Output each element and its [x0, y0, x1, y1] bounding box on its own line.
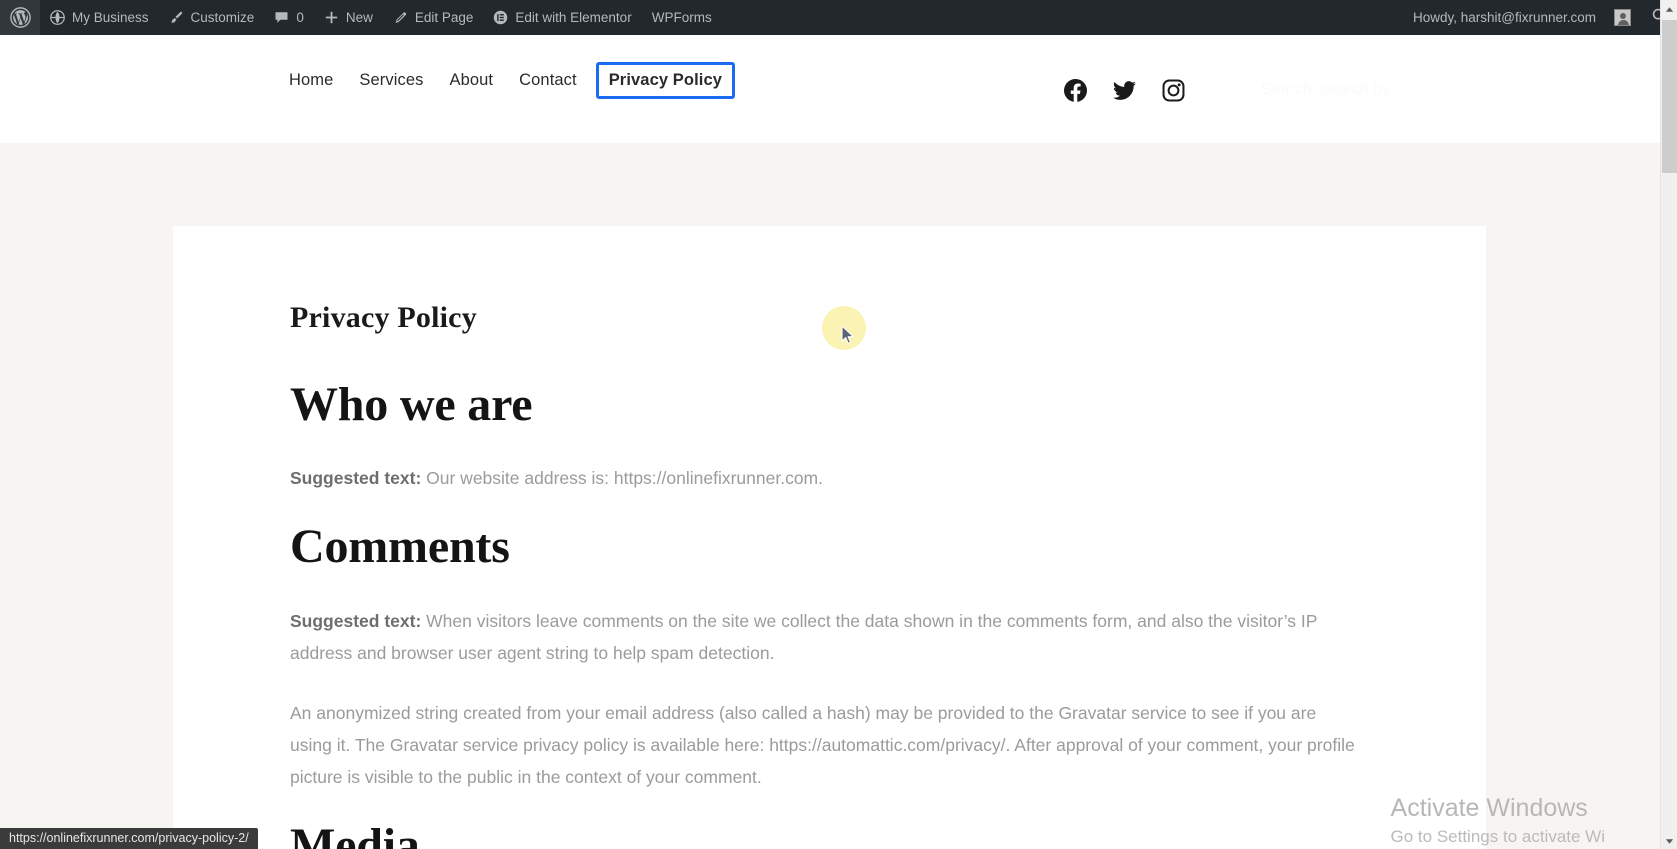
admin-bar-item-edit-with-elementor[interactable]: Edit with Elementor — [483, 0, 641, 35]
nav-item-about[interactable]: About — [437, 62, 507, 99]
admin-bar-item-my-business[interactable]: My Business — [40, 0, 159, 35]
wordpress-logo-button[interactable] — [0, 0, 40, 35]
admin-bar-left-group: My Business Customize 0 New Edit Page Ed… — [0, 0, 722, 35]
paragraph-gravatar: An anonymized string created from your e… — [290, 702, 1355, 787]
paintbrush-icon — [169, 10, 184, 25]
nav-item-services[interactable]: Services — [346, 62, 436, 99]
admin-bar-item-comments[interactable]: 0 — [264, 0, 314, 35]
admin-bar-item-wpforms[interactable]: WPForms — [642, 0, 722, 35]
admin-bar-item-new[interactable]: New — [314, 0, 383, 35]
suggested-text-lead: Suggested text: — [290, 468, 422, 489]
status-bar-url: https://onlinefixrunner.com/privacy-poli… — [0, 828, 258, 849]
howdy-label: Howdy, harshit@fixrunner.com — [1412, 10, 1596, 25]
browser-viewport: My Business Customize 0 New Edit Page Ed… — [0, 0, 1677, 849]
page-title: Privacy Policy — [290, 301, 477, 334]
nav-item-contact[interactable]: Contact — [506, 62, 590, 99]
paragraph-website-address: Suggested text: Our website address is: … — [290, 462, 1355, 494]
scroll-down-button[interactable] — [1661, 832, 1677, 849]
plus-icon — [324, 10, 339, 25]
primary-navigation: Home Services About Contact Privacy Poli… — [276, 62, 741, 99]
twitter-icon[interactable] — [1113, 79, 1136, 102]
paragraph-text: When visitors leave comments on the site… — [290, 610, 1318, 663]
wordpress-logo-icon — [10, 7, 31, 28]
content-card: Privacy Policy Who we are Suggested text… — [173, 226, 1486, 849]
chevron-down-icon — [1665, 832, 1674, 849]
nav-item-privacy-policy[interactable]: Privacy Policy — [595, 62, 736, 99]
admin-bar-item-label: WPForms — [651, 10, 712, 25]
section-heading-media: Media — [290, 818, 420, 849]
header-ghost-text: Search, search by — [1261, 81, 1390, 98]
comment-bubble-icon — [274, 10, 289, 25]
site-header: Home Services About Contact Privacy Poli… — [0, 35, 1660, 143]
comment-count: 0 — [296, 10, 304, 25]
user-avatar-icon — [1614, 9, 1631, 26]
site-dashboard-icon — [50, 10, 65, 25]
paragraph-comments-collection: Suggested text: When visitors leave comm… — [290, 605, 1355, 669]
admin-bar-item-label: Customize — [190, 10, 255, 25]
paragraph-text: Our website address is: https://onlinefi… — [421, 468, 823, 489]
my-account-menu[interactable]: Howdy, harshit@fixrunner.com — [1403, 0, 1641, 35]
admin-bar-item-customize[interactable]: Customize — [159, 0, 265, 35]
nav-item-home[interactable]: Home — [276, 62, 346, 99]
section-heading-comments: Comments — [290, 520, 510, 574]
instagram-icon[interactable] — [1162, 79, 1185, 102]
admin-bar-item-edit-page[interactable]: Edit Page — [383, 0, 484, 35]
section-heading-who-we-are: Who we are — [290, 378, 533, 431]
admin-bar-item-label: My Business — [72, 10, 149, 25]
suggested-text-lead: Suggested text: — [290, 610, 422, 631]
facebook-icon[interactable] — [1064, 79, 1087, 102]
vertical-scrollbar[interactable] — [1660, 0, 1677, 849]
scroll-up-button[interactable] — [1661, 0, 1677, 17]
admin-bar-item-label: Edit Page — [414, 10, 474, 25]
admin-bar-item-label: Edit with Elementor — [515, 10, 632, 25]
wp-admin-bar: My Business Customize 0 New Edit Page Ed… — [0, 0, 1677, 35]
scrollbar-thumb[interactable] — [1662, 20, 1677, 173]
pencil-icon — [393, 10, 408, 25]
elementor-icon — [493, 10, 508, 25]
chevron-up-icon — [1665, 0, 1674, 18]
social-links — [1064, 79, 1185, 102]
admin-bar-right-group: Howdy, harshit@fixrunner.com — [1403, 0, 1677, 35]
admin-bar-item-label: New — [345, 10, 373, 25]
